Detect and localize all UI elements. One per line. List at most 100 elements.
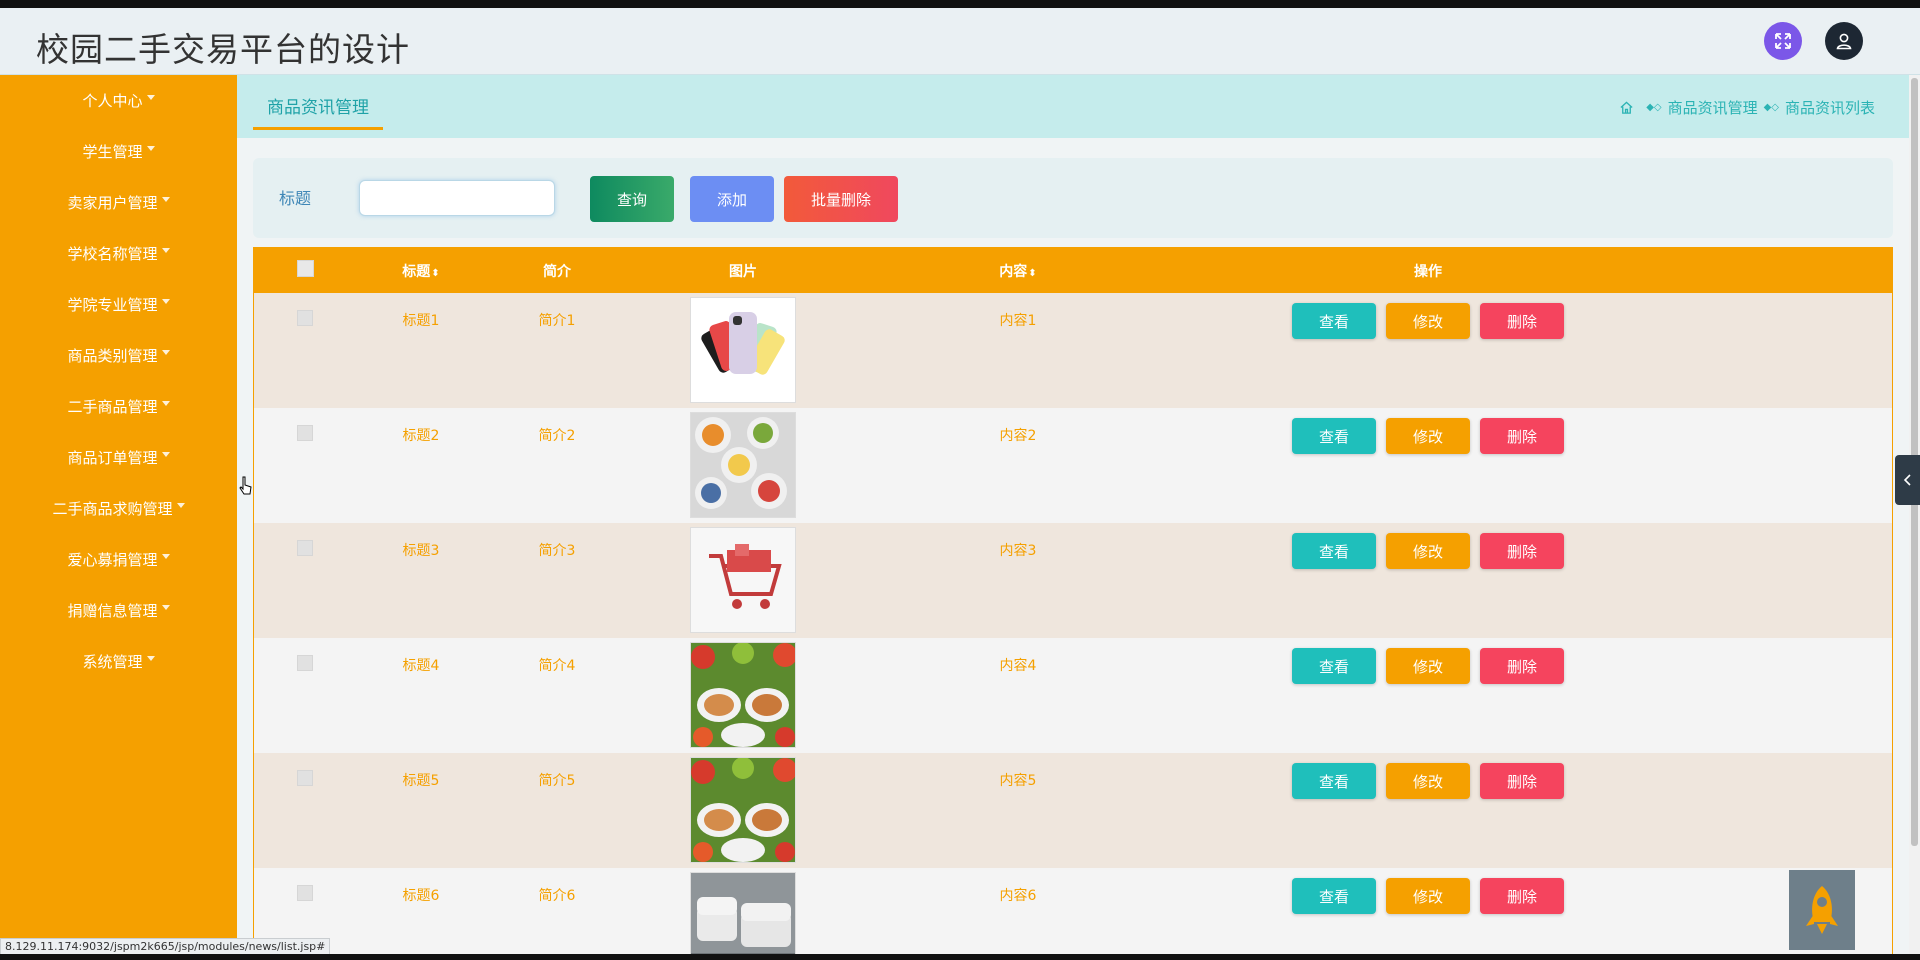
view-button[interactable]: 查看 [1292,418,1376,454]
vertical-scrollbar[interactable] [1909,75,1920,960]
news-table: 标题⬍ 简介 图片 内容⬍ 操作 标题1 简介1 内容1 查看 修改 删除 标题2 简介2 内容… [253,247,1893,960]
view-button[interactable]: 查看 [1292,303,1376,339]
view-button[interactable]: 查看 [1292,533,1376,569]
sidebar-item[interactable]: 卖家用户管理 [0,177,237,228]
add-button[interactable]: 添加 [690,176,774,222]
phones-photo [690,297,796,403]
sidebar-item[interactable]: 捐赠信息管理 [0,585,237,636]
salad-photo [690,642,796,748]
delete-button[interactable]: 删除 [1480,533,1564,569]
delete-button[interactable]: 删除 [1480,648,1564,684]
caret-down-icon [161,197,170,202]
delete-button[interactable]: 删除 [1480,303,1564,339]
mouse-cursor-icon [239,476,252,495]
sidebar-item-label: 商品类别管理 [67,347,158,365]
cell-title: 标题2 [402,428,440,444]
main-content: 商品资讯管理 ◆◇ 商品资讯管理 ◆◇ 商品资讯列表 标题 查询 添加 批量删除 [237,75,1909,960]
view-button[interactable]: 查看 [1292,763,1376,799]
breadcrumb: ◆◇ 商品资讯管理 ◆◇ 商品资讯列表 [1619,97,1875,118]
fullscreen-button[interactable] [1764,22,1802,60]
app-header: 校园二手交易平台的设计 [0,8,1920,75]
expand-icon [1775,33,1791,49]
sidebar-item[interactable]: 系统管理 [0,636,237,687]
row-checkbox[interactable] [297,655,313,671]
caret-down-icon [161,350,170,355]
chevron-left-icon [1903,474,1911,486]
edit-button[interactable]: 修改 [1386,418,1470,454]
row-actions: 查看 修改 删除 [1179,648,1677,684]
select-all-checkbox[interactable] [296,260,314,277]
sidebar-item-label: 学院专业管理 [67,296,158,314]
caret-down-icon [161,452,170,457]
cell-title: 标题6 [402,888,440,904]
edit-button[interactable]: 修改 [1386,533,1470,569]
cell-intro: 简介2 [538,428,576,444]
sidebar-item[interactable]: 学院专业管理 [0,279,237,330]
cell-content: 内容4 [999,658,1037,674]
cell-intro: 简介5 [538,773,576,789]
row-actions: 查看 修改 删除 [1179,878,1677,914]
row-checkbox[interactable] [297,310,313,326]
delete-button[interactable]: 删除 [1480,763,1564,799]
caret-down-icon [161,554,170,559]
sidebar-item-label: 个人中心 [82,92,143,110]
row-checkbox[interactable] [297,540,313,556]
view-button[interactable]: 查看 [1292,878,1376,914]
sort-icon[interactable]: ⬍ [1028,268,1036,279]
sidebar-item[interactable]: 商品类别管理 [0,330,237,381]
sidebar-item-label: 系统管理 [82,653,143,671]
back-to-top-button[interactable] [1789,870,1855,950]
column-header-title[interactable]: 标题⬍ [356,248,486,293]
table-row: 标题3 简介3 内容3 查看 修改 删除 [254,523,1892,638]
sidebar-item[interactable]: 个人中心 [0,75,237,126]
table-header-row: 标题⬍ 简介 图片 内容⬍ 操作 [254,248,1892,293]
sofa-photo [690,872,796,959]
sort-icon[interactable]: ⬍ [431,268,439,279]
query-button[interactable]: 查询 [590,176,674,222]
row-checkbox[interactable] [297,885,313,901]
sidebar-item[interactable]: 学生管理 [0,126,237,177]
cell-intro: 简介4 [538,658,576,674]
sidebar-item[interactable]: 二手商品求购管理 [0,483,237,534]
cell-title: 标题4 [402,658,440,674]
column-header-content[interactable]: 内容⬍ [858,248,1178,293]
edit-button[interactable]: 修改 [1386,303,1470,339]
row-checkbox[interactable] [297,770,313,786]
sidebar-item[interactable]: 爱心募捐管理 [0,534,237,585]
sidebar-item[interactable]: 商品订单管理 [0,432,237,483]
shopping-cart-photo [690,527,796,633]
breadcrumb-separator: ◆◇ [1646,102,1662,113]
table-row: 标题2 简介2 内容2 查看 修改 删除 [254,408,1892,523]
side-panel-toggle[interactable] [1895,455,1920,505]
search-panel: 标题 查询 添加 批量删除 [253,158,1893,238]
cell-title: 标题3 [402,543,440,559]
row-actions: 查看 修改 删除 [1179,418,1677,454]
bulk-delete-button[interactable]: 批量删除 [784,176,898,222]
tab-news-management[interactable]: 商品资讯管理 [253,93,383,130]
row-checkbox[interactable] [297,425,313,441]
table-row: 标题5 简介5 内容5 查看 修改 删除 [254,753,1892,868]
sidebar-item[interactable]: 二手商品管理 [0,381,237,432]
sidebar-item-label: 学校名称管理 [67,245,158,263]
breadcrumb-item-management[interactable]: 商品资讯管理 [1668,97,1758,118]
delete-button[interactable]: 删除 [1480,418,1564,454]
user-menu-button[interactable] [1825,22,1863,60]
tab-bar: 商品资讯管理 ◆◇ 商品资讯管理 ◆◇ 商品资讯列表 [237,75,1909,138]
sidebar: 个人中心学生管理卖家用户管理学校名称管理 学院专业管理 商品类别管理二手商品管理 商品… [0,75,237,960]
edit-button[interactable]: 修改 [1386,648,1470,684]
delete-button[interactable]: 删除 [1480,878,1564,914]
rocket-icon [1806,886,1838,934]
sidebar-item[interactable]: 学校名称管理 [0,228,237,279]
caret-down-icon [161,299,170,304]
search-title-input[interactable] [359,180,555,216]
cell-title: 标题1 [402,313,440,329]
edit-button[interactable]: 修改 [1386,878,1470,914]
home-icon[interactable] [1619,100,1634,115]
cell-content: 内容1 [999,313,1037,329]
view-button[interactable]: 查看 [1292,648,1376,684]
row-actions: 查看 修改 删除 [1179,763,1677,799]
edit-button[interactable]: 修改 [1386,763,1470,799]
table-row: 标题6 简介6 内容6 查看 修改 删除 [254,868,1892,959]
cell-title: 标题5 [402,773,440,789]
sidebar-item-label: 学生管理 [82,143,143,161]
